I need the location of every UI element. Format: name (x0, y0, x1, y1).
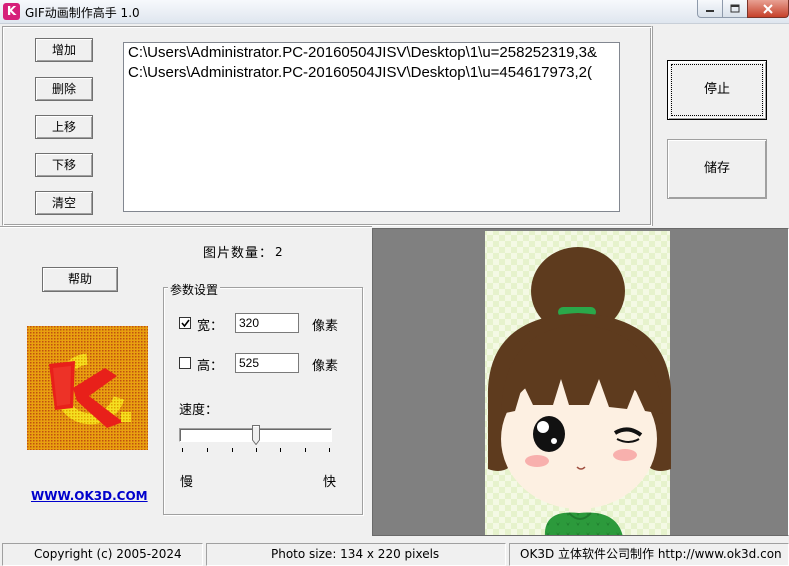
width-unit: 像素 (312, 319, 339, 334)
width-input[interactable]: 320 (235, 313, 299, 333)
speed-label: 速度： (179, 403, 219, 418)
delete-button[interactable]: 删除 (35, 77, 93, 101)
status-bar: Copyright (c) 2005-2024 Photo size: 134 … (0, 541, 789, 566)
save-button[interactable]: 储存 (667, 139, 767, 199)
logo-image: K (27, 326, 148, 450)
slider-tick (232, 448, 233, 452)
preview-image (485, 231, 671, 535)
params-group-title: 参数设置 (168, 281, 221, 298)
status-photo-size: Photo size: 134 x 220 pixels (206, 543, 506, 566)
preview-panel (372, 228, 789, 536)
minimize-icon (706, 9, 714, 12)
window-title: GIF动画制作高手 1.0 (25, 6, 140, 20)
help-button[interactable]: 帮助 (42, 267, 118, 292)
checkmark-icon (181, 319, 190, 328)
status-copyright: Copyright (c) 2005-2024 (2, 543, 203, 566)
stop-button[interactable]: 停止 (667, 60, 767, 120)
height-label: 高： (197, 359, 224, 374)
close-button[interactable] (747, 0, 789, 18)
status-company: OK3D 立体软件公司制作 http://www.ok3d.con (509, 543, 789, 566)
slider-tick (305, 448, 306, 452)
divider (0, 226, 372, 228)
slider-tick (280, 448, 281, 452)
slider-tick (207, 448, 208, 452)
slider-tick (182, 448, 183, 452)
maximize-button[interactable] (722, 0, 748, 18)
speed-fast-label: 快 (323, 475, 337, 490)
minimize-button[interactable] (697, 0, 723, 18)
image-count-value: 2 (275, 245, 283, 259)
height-input[interactable]: 525 (235, 353, 299, 373)
title-bar: K GIF动画制作高手 1.0 (0, 0, 789, 24)
slider-tick (256, 448, 257, 452)
list-item[interactable]: C:\Users\Administrator.PC-20160504JISV\D… (124, 63, 619, 83)
slider-tick (329, 448, 330, 452)
speed-slider-thumb[interactable] (252, 425, 260, 446)
clear-button[interactable]: 清空 (35, 191, 93, 215)
app-icon: K (3, 3, 20, 20)
width-label: 宽： (197, 319, 224, 334)
add-button[interactable]: 增加 (35, 38, 93, 62)
list-item[interactable]: C:\Users\Administrator.PC-20160504JISV\D… (124, 43, 619, 63)
website-link[interactable]: WWW.OK3D.COM (31, 489, 148, 503)
image-count-label: 图片数量： (203, 246, 274, 261)
height-checkbox[interactable] (179, 357, 191, 369)
width-checkbox[interactable] (179, 317, 191, 329)
file-list[interactable]: C:\Users\Administrator.PC-20160504JISV\D… (123, 42, 620, 212)
speed-slow-label: 慢 (180, 475, 194, 490)
move-down-button[interactable]: 下移 (35, 153, 93, 177)
move-up-button[interactable]: 上移 (35, 115, 93, 139)
close-icon (763, 3, 773, 14)
maximize-icon (730, 4, 740, 12)
height-unit: 像素 (312, 359, 339, 374)
